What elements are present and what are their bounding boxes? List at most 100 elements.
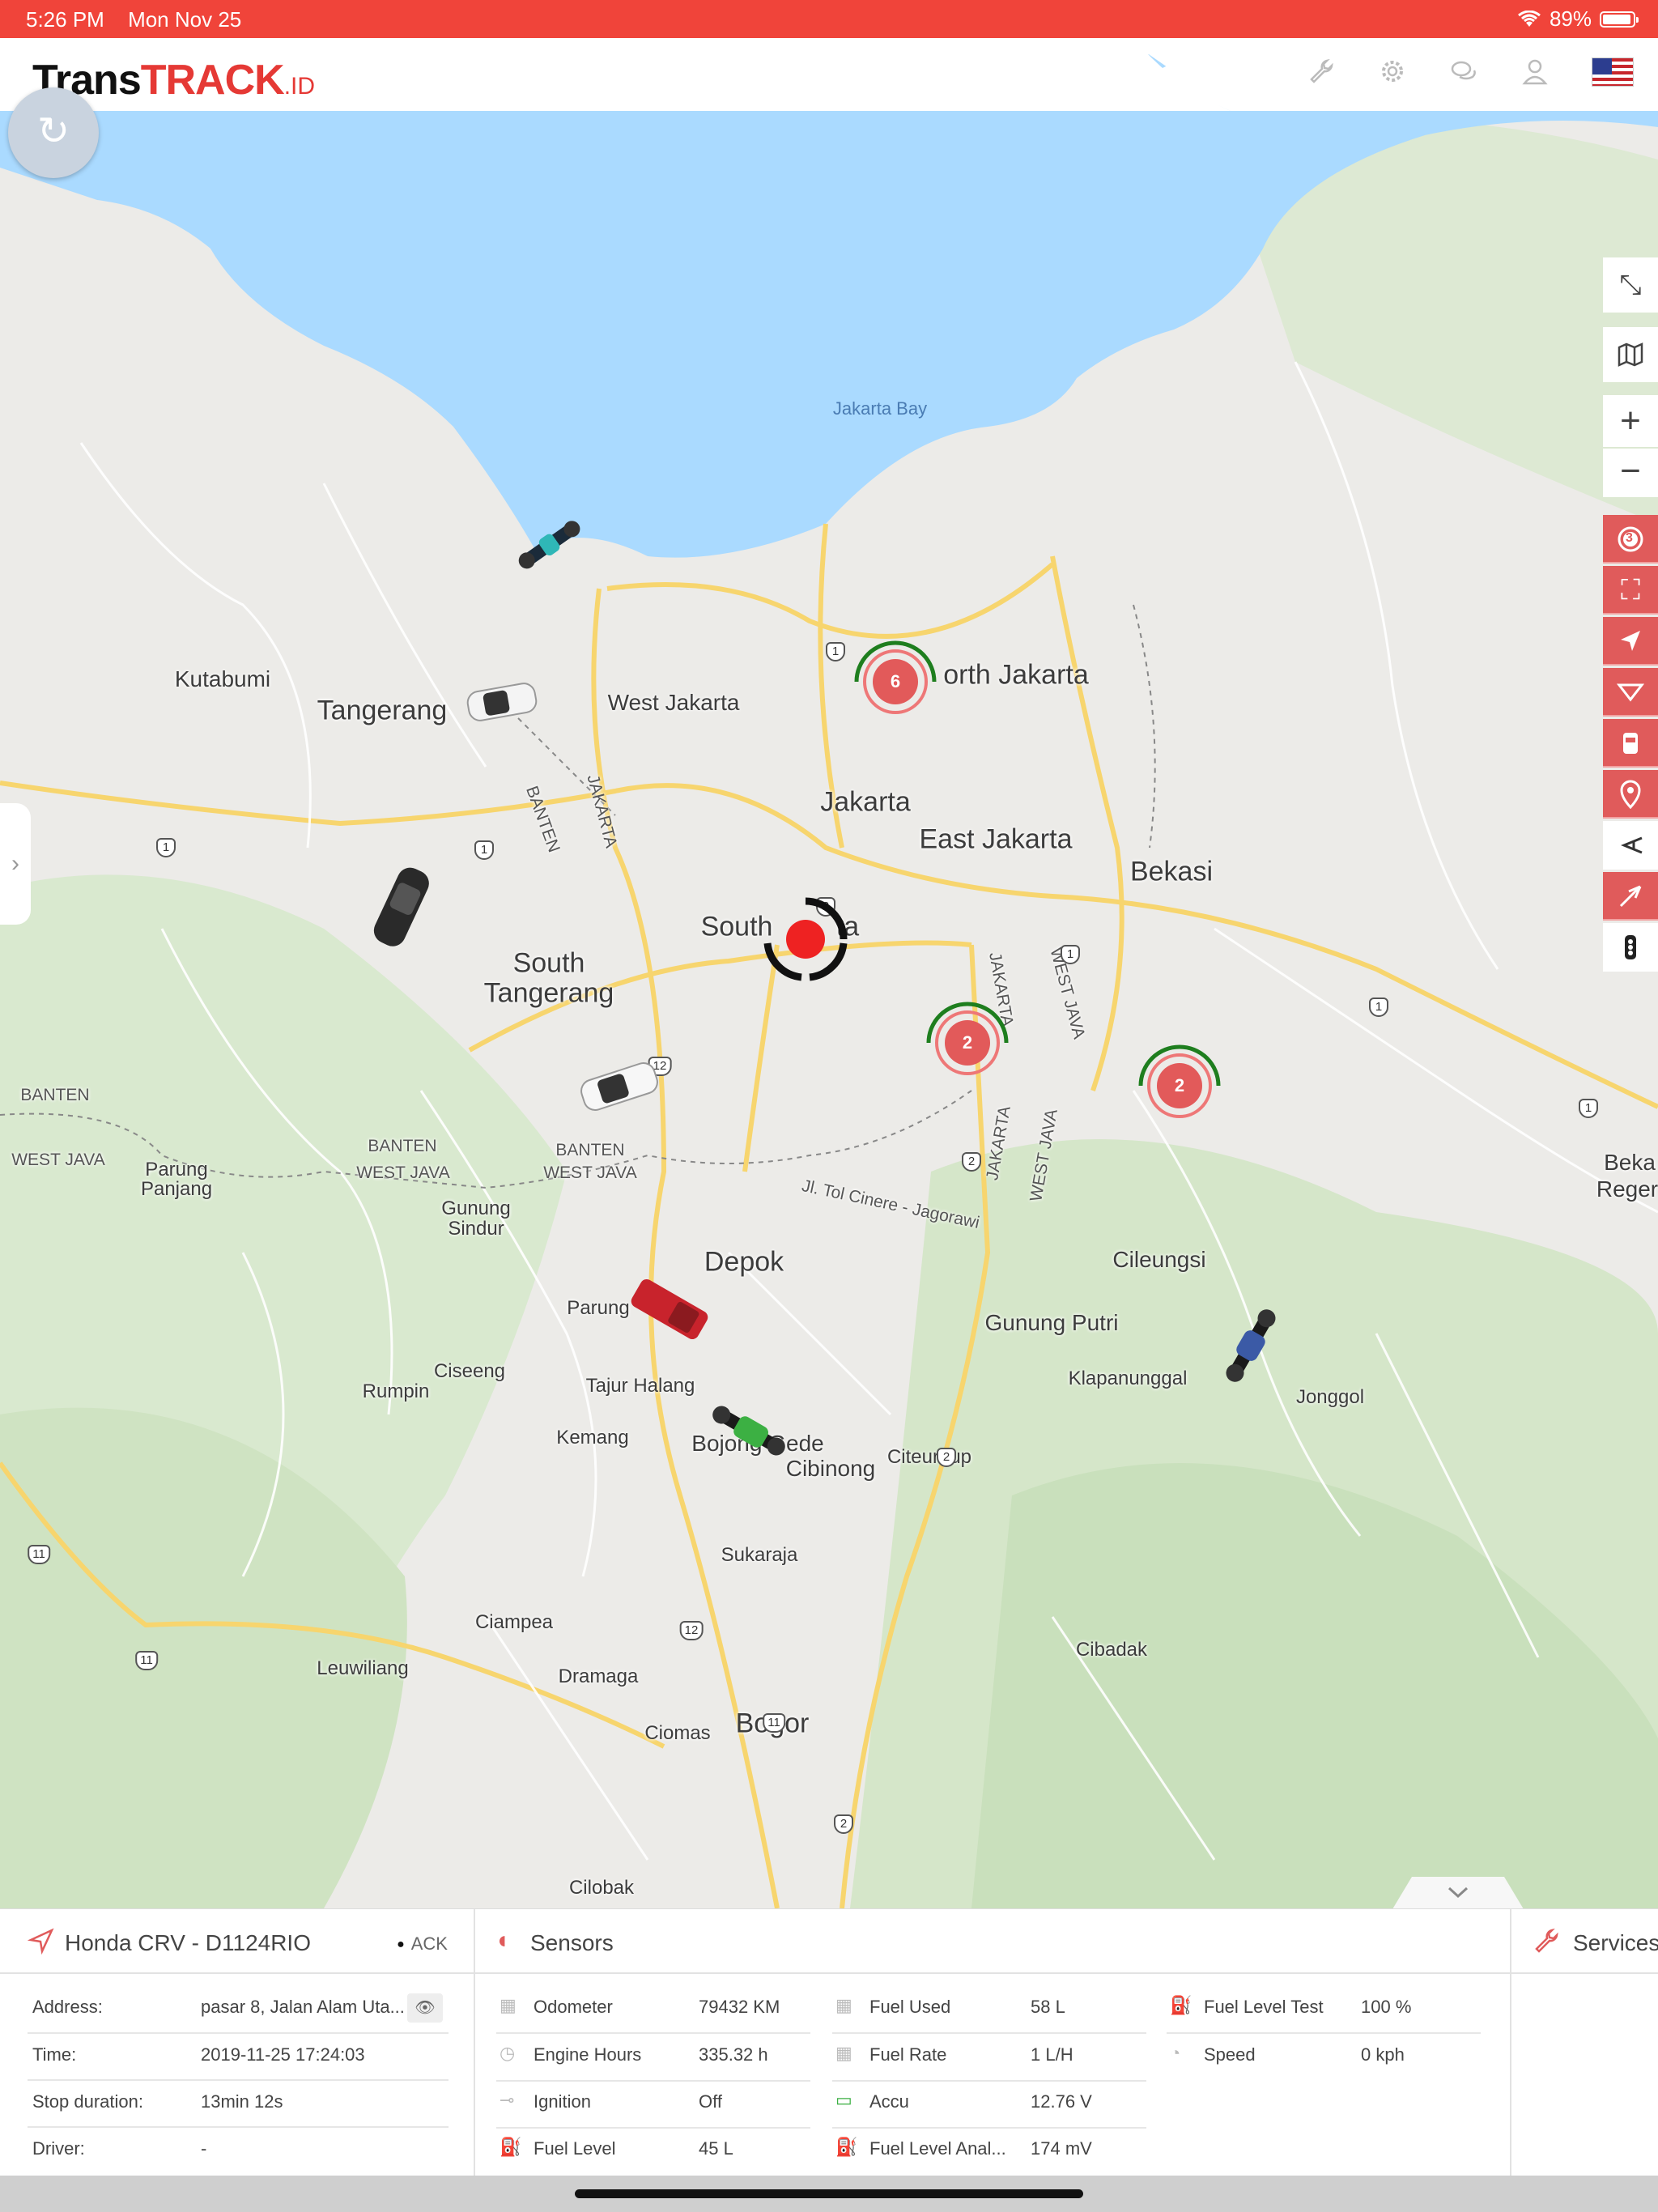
more-button[interactable]	[1603, 923, 1658, 972]
filter-button[interactable]	[1603, 668, 1658, 717]
sensor-label: Fuel Level Test	[1204, 1997, 1324, 2017]
map-label-depok: Depok	[704, 1246, 784, 1278]
car-icon[interactable]	[364, 860, 437, 957]
fullscreen-button[interactable]: ⤡	[1603, 257, 1658, 313]
vehicle-title: Honda CRV - D1124RIO	[65, 1930, 311, 1955]
map-label-north-jakarta: orth Jakarta	[943, 659, 1089, 691]
sensor-label: Fuel Used	[869, 1997, 951, 2017]
services-card: Services	[1511, 1909, 1658, 2176]
map-label-parung-panjang-2: Panjang	[140, 1178, 213, 1200]
road-shield: 1	[826, 642, 845, 661]
filter-icon	[1616, 683, 1645, 702]
zoom-out-icon: −	[1620, 451, 1641, 491]
car-icon[interactable]	[575, 1058, 664, 1115]
road-shield: 11	[135, 1651, 158, 1670]
stop-duration-label: Stop duration:	[32, 2091, 143, 2112]
road-shield: 1	[156, 838, 176, 857]
map-label-west-java-2: WEST JAVA	[356, 1163, 450, 1182]
map-view[interactable]: Jakarta Bay Kutabumi Tangerang West Jaka…	[0, 38, 1658, 1908]
home-indicator[interactable]	[575, 2189, 1083, 2198]
water-label: Jakarta Bay	[832, 398, 928, 419]
map-label-tajur-halang: Tajur Halang	[585, 1375, 695, 1397]
navigate-icon	[1621, 631, 1640, 651]
map-label-west-java-1: WEST JAVA	[11, 1151, 105, 1169]
pickup-truck-icon[interactable]	[625, 1273, 714, 1346]
map-label-beka-2: Reger	[1596, 1176, 1658, 1202]
user-icon[interactable]	[1520, 57, 1550, 87]
road-shield: 2	[962, 1152, 981, 1172]
sensor-label: Engine Hours	[534, 2044, 642, 2065]
status-date: Mon Nov 25	[128, 7, 242, 32]
navigate-icon	[28, 1928, 54, 1955]
services-title[interactable]: Services	[1573, 1930, 1658, 1956]
eye-icon[interactable]: 👁	[407, 1993, 443, 2023]
map-label-dramaga: Dramaga	[558, 1665, 639, 1687]
sensor-value: 174 mV	[1031, 2138, 1092, 2159]
road-shield: 2	[834, 1814, 853, 1834]
cluster-count: 2	[1174, 1075, 1185, 1095]
vehicle-button[interactable]	[1603, 719, 1658, 768]
sensors-title: Sensors	[530, 1930, 614, 1955]
vehicle-details-card: Honda CRV - D1124RIO ACK Address: pasar …	[0, 1909, 475, 2176]
vehicle-cluster[interactable]: 6	[847, 633, 944, 730]
motorcycle-icon[interactable]	[1206, 1289, 1295, 1402]
location-pin-button[interactable]	[1603, 770, 1658, 819]
sensor-value: 0 kph	[1361, 2044, 1405, 2065]
selected-vehicle-marker[interactable]	[761, 895, 850, 984]
time-label: Time:	[32, 2044, 77, 2065]
navigate-button[interactable]	[1603, 617, 1658, 666]
zoom-in-icon: +	[1620, 401, 1641, 440]
map-label-cileungsi: Cileungsi	[1112, 1247, 1206, 1272]
gear-icon[interactable]	[1378, 57, 1407, 87]
wifi-icon	[1518, 10, 1541, 27]
map-label-klapanunggal: Klapanunggal	[1068, 1368, 1188, 1389]
map-label-kemang: Kemang	[556, 1427, 629, 1448]
map-label-bekasi: Bekasi	[1129, 856, 1214, 887]
sensor-value: 45 L	[699, 2138, 733, 2159]
map-label-cibadak: Cibadak	[1075, 1639, 1148, 1661]
road-shield: 2	[937, 1448, 956, 1467]
map-label-south-tangerang-1: South	[512, 947, 585, 979]
fit-bounds-button[interactable]: ⛶	[1603, 566, 1658, 615]
send-icon	[1619, 885, 1642, 908]
send-button[interactable]	[1603, 872, 1658, 921]
map-label-south-tangerang-2: Tangerang	[483, 977, 614, 1009]
vehicle-cluster[interactable]: 2	[919, 994, 1016, 1091]
vehicle-icon	[1623, 733, 1638, 754]
app-header: TransTRACK.ID	[0, 38, 1658, 111]
chat-icon[interactable]	[1449, 57, 1478, 87]
refresh-button[interactable]: ↻	[8, 87, 99, 178]
us-flag-icon[interactable]	[1592, 57, 1634, 87]
chevron-right-icon: ›	[11, 850, 19, 877]
road-shield: 11	[763, 1713, 785, 1733]
more-icon	[1625, 935, 1636, 959]
vehicle-cluster[interactable]: 2	[1131, 1037, 1228, 1134]
map-label-cilobak: Cilobak	[568, 1877, 635, 1899]
route-icon	[1621, 836, 1643, 854]
map-label-beka-1: Beka	[1604, 1150, 1656, 1175]
map-label-kutabumi: Kutabumi	[174, 666, 271, 691]
motorcycle-icon[interactable]	[696, 1390, 801, 1471]
sensor-icon: ▦	[835, 1995, 852, 2015]
zoom-out-button[interactable]: −	[1603, 449, 1658, 497]
logo-brand: TRACK	[140, 57, 285, 104]
car-icon[interactable]	[461, 678, 542, 726]
sidebar-expand-button[interactable]: ›	[0, 803, 31, 925]
sensor-value: 100 %	[1361, 1997, 1412, 2017]
map-layers-button[interactable]	[1603, 327, 1658, 382]
wrench-icon[interactable]	[1307, 57, 1336, 87]
map-label-gunung-sindur-1: Gunung	[441, 1197, 511, 1219]
collapse-panel-button[interactable]	[1392, 1877, 1524, 1909]
map-label-parung: Parung	[567, 1297, 630, 1319]
sensor-value: 58 L	[1031, 1997, 1065, 2017]
ack-status[interactable]: ACK	[397, 1933, 448, 1955]
sensors-card: ◖ Sensors ▦ Odometer 79432 KM ◷ Engine Hours…	[475, 1909, 1511, 2176]
route-button[interactable]	[1603, 821, 1658, 870]
zoom-in-button[interactable]: +	[1603, 395, 1658, 447]
logo-tld: .ID	[283, 73, 316, 100]
motorcycle-icon[interactable]	[500, 508, 597, 581]
location-pin-icon	[1620, 780, 1641, 810]
sensor-icon: ◷	[500, 2043, 516, 2063]
alarm-button[interactable]: 3	[1603, 515, 1658, 564]
sensor-label: Speed	[1204, 2044, 1256, 2065]
